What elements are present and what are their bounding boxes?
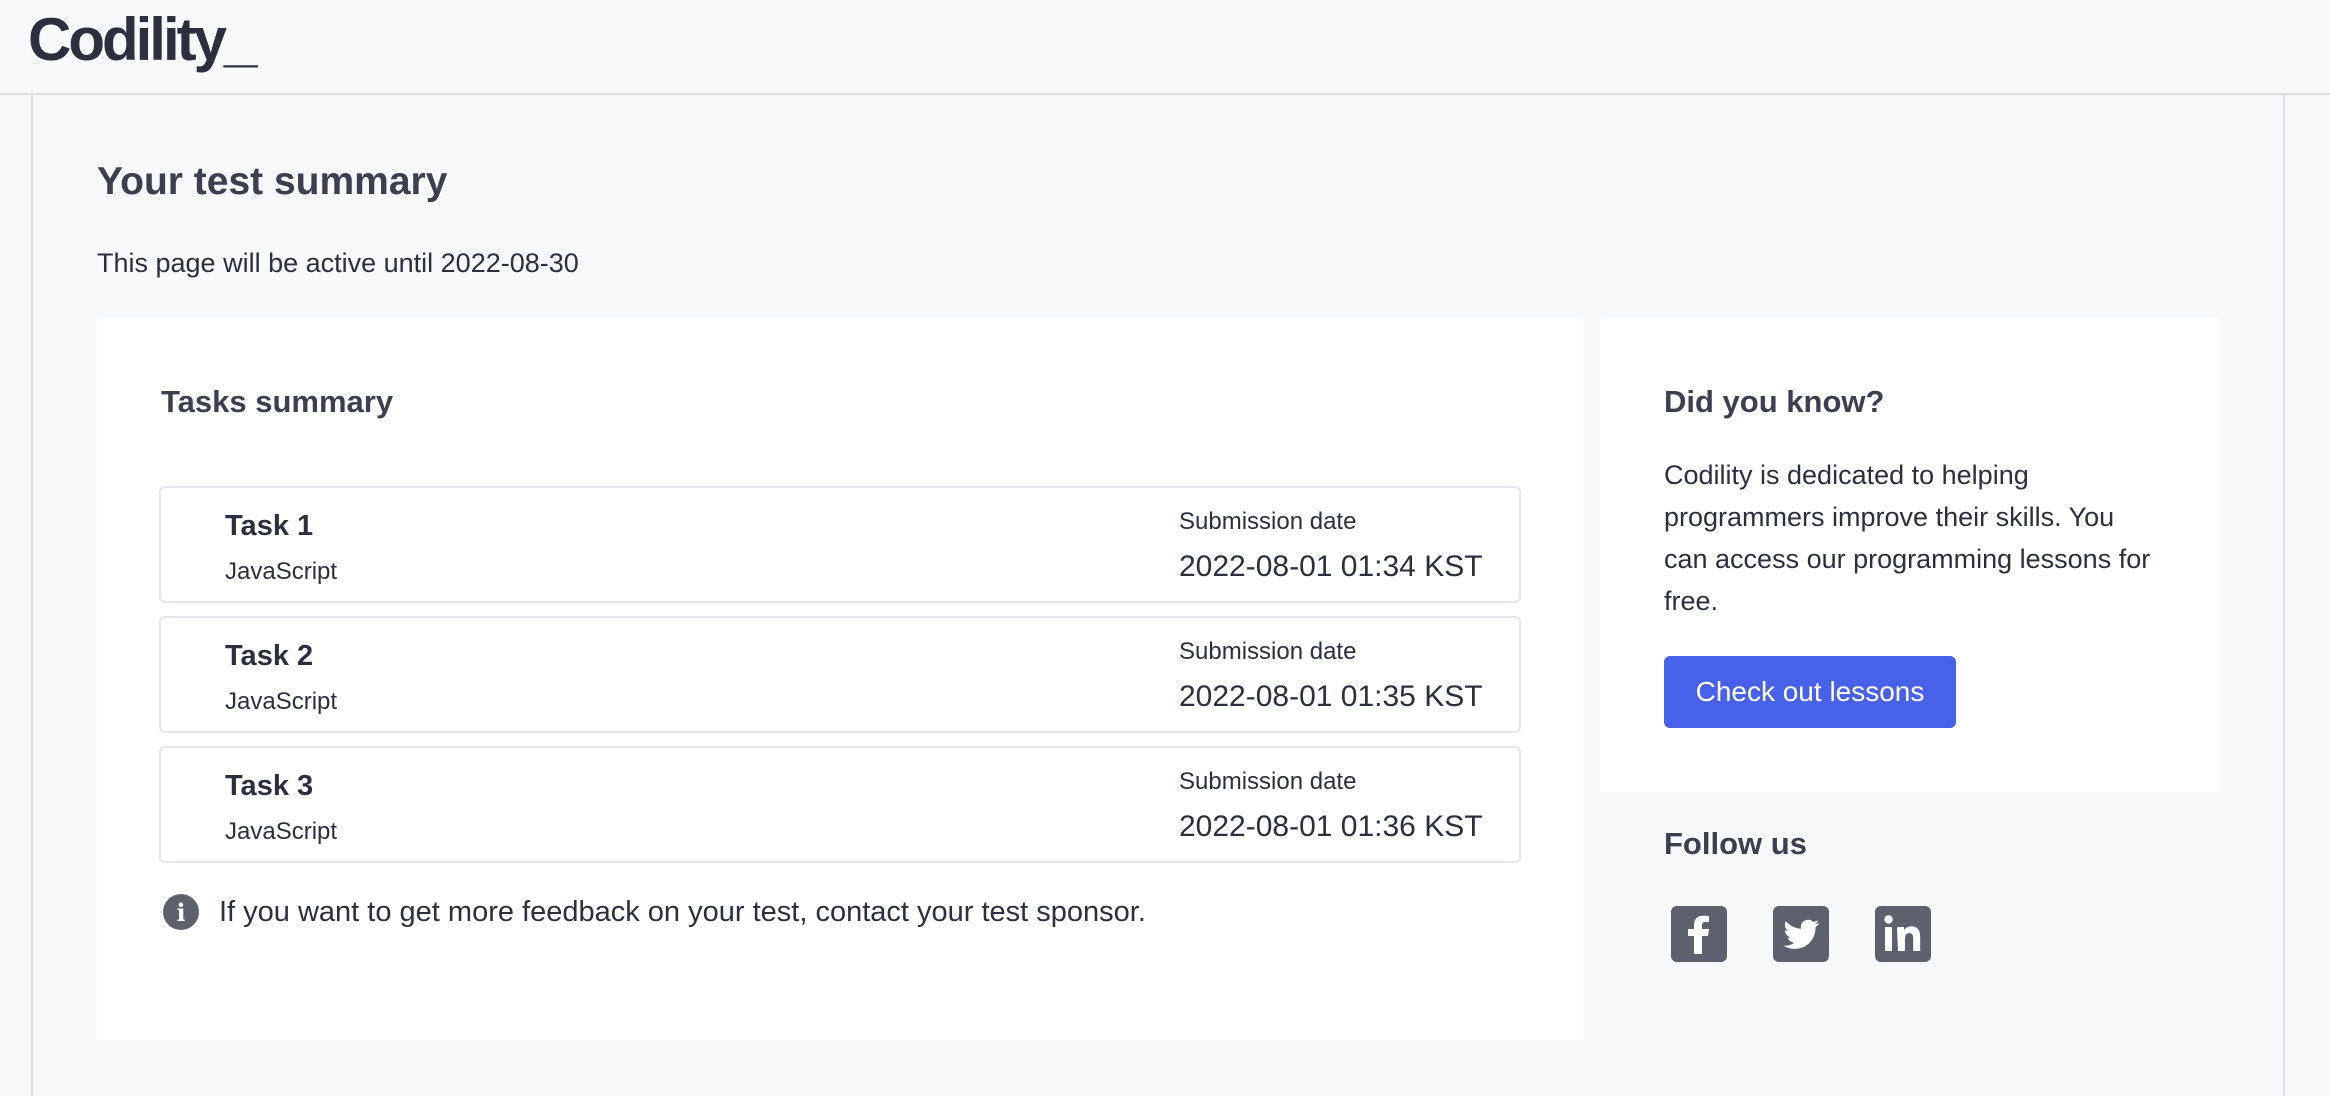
did-you-know-text: Codility is dedicated to helping program… xyxy=(1664,460,2151,616)
submission-date-label: Submission date xyxy=(1179,768,1357,795)
submission-date-label: Submission date xyxy=(1179,508,1357,535)
codility-logo[interactable]: Codility_ xyxy=(28,4,257,76)
active-until-note: This page will be active until 2022-08-3… xyxy=(97,248,579,278)
task-language: JavaScript xyxy=(225,688,338,715)
task-language: JavaScript xyxy=(225,558,338,585)
did-you-know-heading: Did you know? xyxy=(1664,384,1885,419)
facebook-icon[interactable] xyxy=(1671,906,1727,962)
task-name: Task 2 xyxy=(225,640,314,672)
tasks-summary-card: Tasks summary Task 1 JavaScript Submissi… xyxy=(97,318,1583,1040)
submission-date-value: 2022-08-01 01:34 KST xyxy=(1179,550,1483,583)
top-bar: Codility_ xyxy=(0,0,2330,95)
linkedin-icon[interactable] xyxy=(1875,906,1931,962)
task-name: Task 1 xyxy=(225,510,314,542)
submission-date-label: Submission date xyxy=(1179,638,1357,665)
feedback-info: i If you want to get more feedback on yo… xyxy=(161,892,1146,932)
follow-us-heading: Follow us xyxy=(1664,826,1807,861)
twitter-icon[interactable] xyxy=(1773,906,1829,962)
page-title: Your test summary xyxy=(97,160,448,203)
tasks-summary-heading: Tasks summary xyxy=(161,384,394,419)
check-out-lessons-button[interactable]: Check out lessons xyxy=(1664,656,1956,728)
submission-date-value: 2022-08-01 01:35 KST xyxy=(1179,680,1483,713)
task-name: Task 3 xyxy=(225,770,314,802)
task-language: JavaScript xyxy=(225,818,338,845)
submission-date-value: 2022-08-01 01:36 KST xyxy=(1179,810,1483,843)
info-icon: i xyxy=(163,894,199,930)
did-you-know-card: Did you know? Codility is dedicated to h… xyxy=(1600,318,2220,793)
task-row: Task 2 JavaScript Submission date 2022-0… xyxy=(159,616,1521,733)
task-row: Task 1 JavaScript Submission date 2022-0… xyxy=(159,486,1521,603)
task-row: Task 3 JavaScript Submission date 2022-0… xyxy=(159,746,1521,863)
feedback-info-text: If you want to get more feedback on your… xyxy=(219,895,1146,928)
